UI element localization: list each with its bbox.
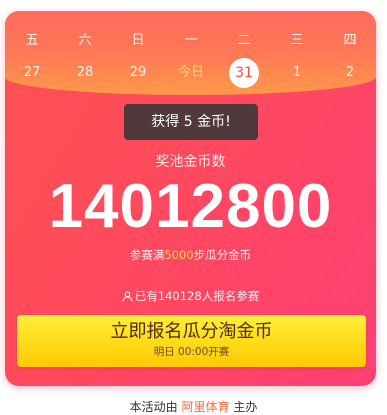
weekday-fri: 五 xyxy=(25,33,39,48)
date-cell[interactable]: 28 xyxy=(68,63,102,83)
signup-count-text: 已有140128人报名参赛 xyxy=(134,289,260,303)
weekday-sun: 日 xyxy=(131,33,145,48)
footer-prefix: 本活动由 xyxy=(129,400,178,414)
date-cell-selected[interactable]: 31 xyxy=(229,58,259,88)
rule-steps: 5000 xyxy=(164,248,194,262)
signup-count: 已有140128人报名参赛 xyxy=(5,288,376,305)
start-time: 明日 00:00开赛 xyxy=(153,346,230,358)
signup-button[interactable]: 立即报名瓜分淘金币 明日 00:00开赛 xyxy=(17,315,366,367)
weekday-wed: 三 xyxy=(290,33,304,48)
date-cell[interactable]: 27 xyxy=(15,63,49,83)
date-cell[interactable]: 1 xyxy=(280,63,314,83)
activity-card: 五 六 日 一 二 三 四 27 28 29 今日 31 1 2 获得 5 金币… xyxy=(5,11,376,386)
signup-button-label: 立即报名瓜分淘金币 xyxy=(110,321,273,342)
person-icon xyxy=(122,291,133,305)
weekday-sat: 六 xyxy=(78,33,92,48)
date-cell-today[interactable]: 今日 xyxy=(174,63,208,83)
pool-amount: 14012800 xyxy=(48,172,333,241)
rule-prefix: 参赛满 xyxy=(129,248,165,262)
footer-suffix: 主办 xyxy=(233,400,258,414)
organizer-footer: 本活动由 阿里体育 主办 xyxy=(0,398,387,415)
date-cell[interactable]: 2 xyxy=(333,63,367,83)
pool-label: 奖池金币数 xyxy=(155,154,226,170)
reward-toast: 获得 5 金币! xyxy=(124,104,258,140)
weekday-mon: 一 xyxy=(184,33,198,48)
organizer-link[interactable]: 阿里体育 xyxy=(181,400,229,414)
weekday-thu: 四 xyxy=(343,33,357,48)
week-calendar: 五 六 日 一 二 三 四 27 28 29 今日 31 1 2 xyxy=(5,11,376,95)
participation-rule: 参赛满5000步瓜分金币 xyxy=(5,247,376,263)
rule-suffix: 步瓜分金币 xyxy=(193,248,252,262)
weekday-tue: 二 xyxy=(237,33,251,48)
date-cell[interactable]: 29 xyxy=(121,63,155,83)
